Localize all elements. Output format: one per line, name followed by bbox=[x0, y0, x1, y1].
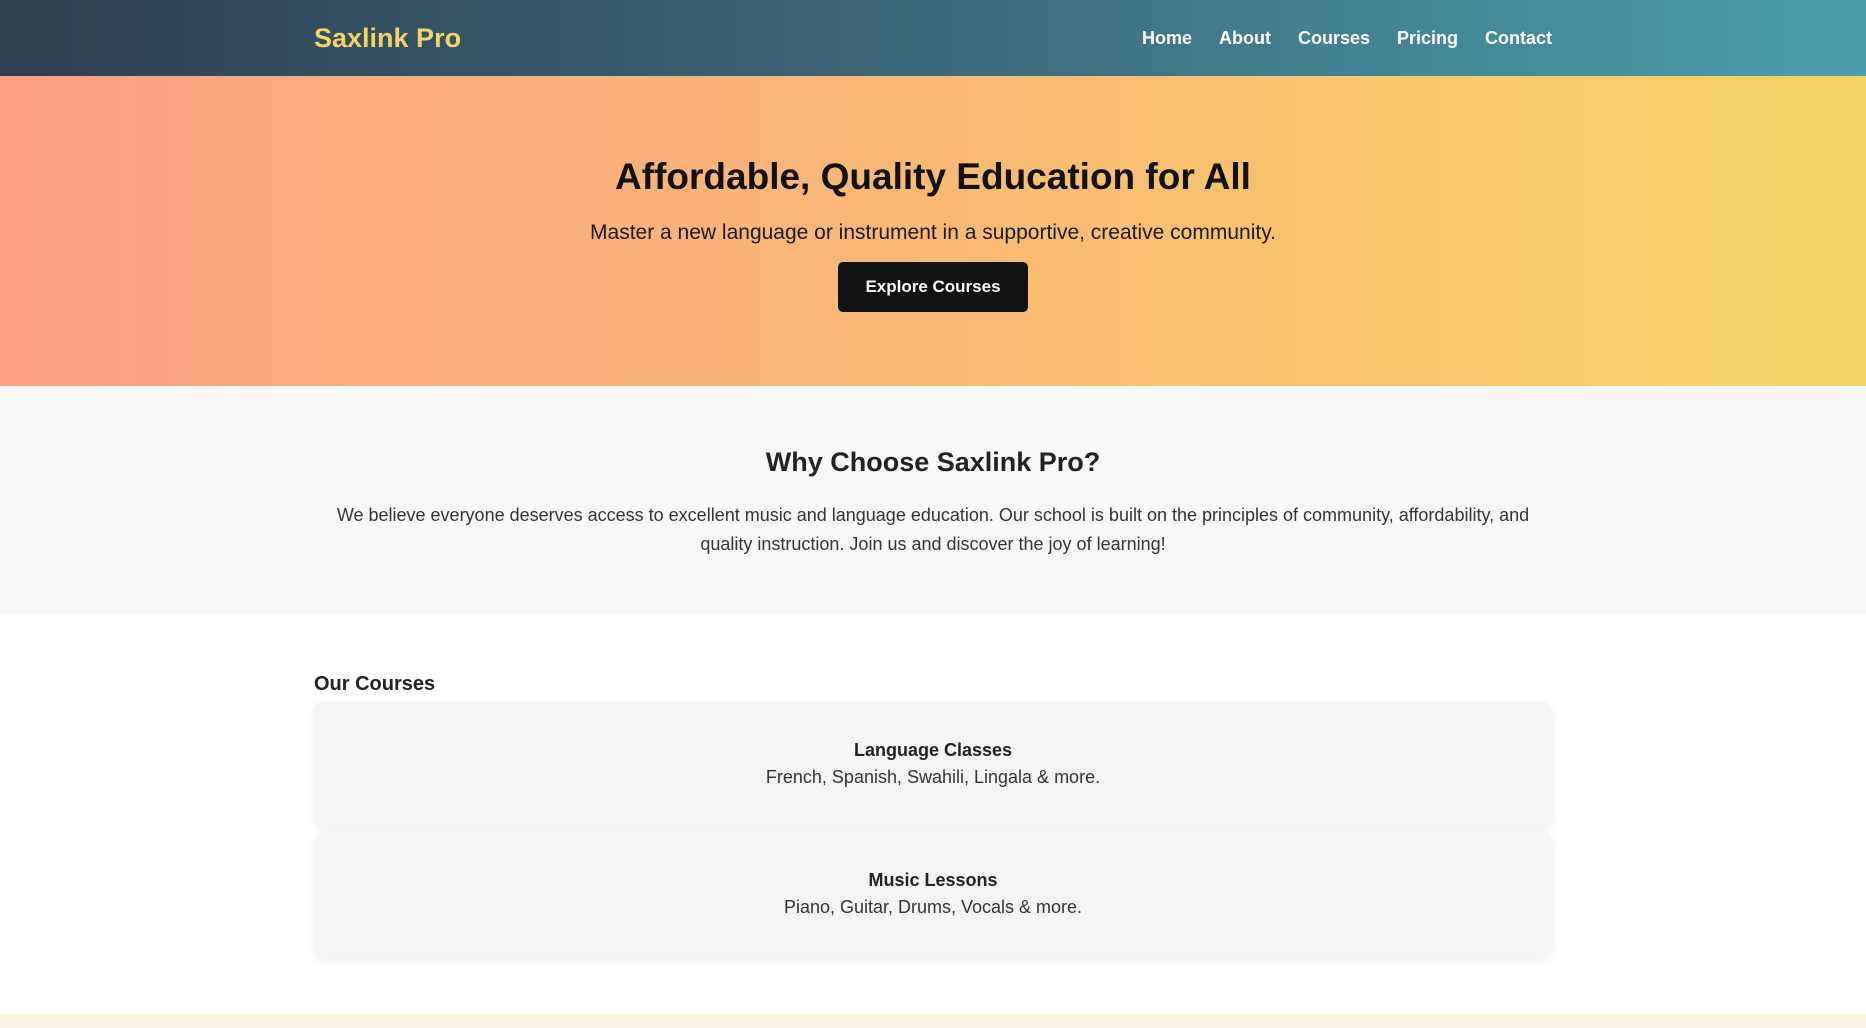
course-card-title: Language Classes bbox=[853, 740, 1013, 760]
why-title: Why Choose Saxlink Pro? bbox=[765, 447, 1101, 477]
courses-heading: Our Courses bbox=[314, 673, 436, 695]
site-logo[interactable]: Saxlink Pro bbox=[314, 23, 461, 54]
course-card-music[interactable]: Music Lessons Piano, Guitar, Drums, Voca… bbox=[314, 832, 1552, 958]
explore-courses-button[interactable]: Explore Courses bbox=[838, 262, 1028, 312]
why-section: Why Choose Saxlink Pro? We believe every… bbox=[0, 386, 1866, 614]
hero-section: Affordable, Quality Education for All Ma… bbox=[0, 76, 1866, 386]
footer-strip bbox=[0, 1014, 1866, 1028]
nav-link-pricing[interactable]: Pricing bbox=[1397, 28, 1458, 49]
why-body: We believe everyone deserves access to e… bbox=[336, 505, 1530, 554]
nav-link-contact[interactable]: Contact bbox=[1485, 28, 1552, 49]
course-card-language[interactable]: Language Classes French, Spanish, Swahil… bbox=[314, 702, 1552, 828]
course-card-title: Music Lessons bbox=[868, 870, 998, 890]
hero-title: Affordable, Quality Education for All bbox=[615, 156, 1251, 197]
courses-section: Our Courses Language Classes French, Spa… bbox=[314, 614, 1552, 1014]
main-nav: Home About Courses Pricing Contact bbox=[1142, 28, 1552, 49]
site-header: Saxlink Pro Home About Courses Pricing C… bbox=[0, 0, 1866, 76]
nav-link-courses[interactable]: Courses bbox=[1298, 28, 1370, 49]
course-card-desc: French, Spanish, Swahili, Lingala & more… bbox=[765, 767, 1101, 787]
nav-link-home[interactable]: Home bbox=[1142, 28, 1192, 49]
header-inner: Saxlink Pro Home About Courses Pricing C… bbox=[314, 23, 1552, 54]
course-card-desc: Piano, Guitar, Drums, Vocals & more. bbox=[783, 897, 1083, 917]
hero-subtitle: Master a new language or instrument in a… bbox=[590, 221, 1276, 244]
nav-link-about[interactable]: About bbox=[1219, 28, 1271, 49]
